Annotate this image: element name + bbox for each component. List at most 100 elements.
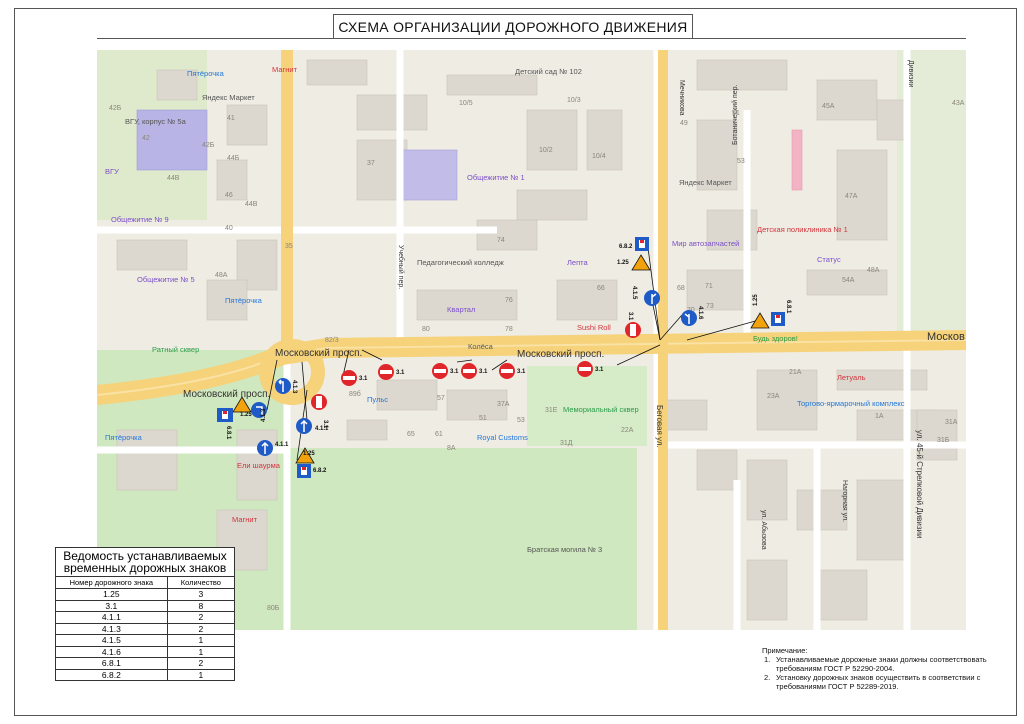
svg-text:4.1.1: 4.1.1 (275, 442, 289, 448)
table-row: 1.25 3 (55, 588, 236, 601)
svg-text:1.25: 1.25 (303, 451, 315, 457)
svg-text:4.1.5: 4.1.5 (631, 286, 637, 300)
svg-text:31Б: 31Б (937, 437, 950, 444)
svg-text:4.1.3: 4.1.3 (261, 408, 267, 422)
poi-vgu: ВГУ, корпус № 5а (125, 117, 187, 126)
svg-text:61: 61 (435, 431, 443, 438)
svg-text:65: 65 (407, 431, 415, 438)
svg-text:31А: 31А (945, 419, 958, 426)
svg-text:57: 57 (437, 395, 445, 402)
sign-4-1-3-icon (275, 378, 291, 394)
svg-text:35: 35 (285, 243, 293, 250)
svg-text:42Б: 42Б (202, 142, 215, 149)
svg-text:8А: 8А (447, 445, 456, 452)
svg-text:37А: 37А (497, 401, 510, 408)
table-row: 4.1.1 2 (55, 611, 236, 624)
poi-lepta: Лепта (567, 258, 589, 267)
svg-text:80Б: 80Б (267, 605, 280, 612)
svg-text:47А: 47А (845, 193, 858, 200)
poi-bratskaya: Братская могила № 3 (527, 545, 602, 554)
svg-text:10/3: 10/3 (567, 97, 581, 104)
svg-text:41: 41 (227, 115, 235, 122)
sign-1-25-icon (631, 254, 651, 271)
svg-text:22А: 22А (621, 427, 634, 434)
svg-text:3.1: 3.1 (479, 369, 488, 375)
poi-magnit2: Магнит (232, 515, 258, 524)
svg-text:48А: 48А (867, 267, 880, 274)
svg-text:31Е: 31Е (545, 407, 558, 414)
label-begovaya: Беговая ул. (655, 405, 664, 448)
svg-text:73: 73 (706, 303, 714, 310)
svg-text:23А: 23А (767, 393, 780, 400)
poi-mir-avto: Мир автозапчастей (672, 239, 739, 248)
table-row: 6.8.1 2 (55, 657, 236, 670)
svg-text:45А: 45А (822, 103, 835, 110)
table-row: 3.1 8 (55, 599, 236, 612)
poi-memorial: Мемориальный сквер (563, 405, 639, 414)
map-canvas: Московский просп. Московский просп. Моск… (97, 50, 966, 630)
svg-text:74: 74 (497, 237, 505, 244)
svg-text:10/5: 10/5 (459, 100, 473, 107)
svg-text:21А: 21А (789, 369, 802, 376)
sign-6-8-1-icon (771, 312, 785, 326)
sign-3-1-icon (378, 364, 394, 380)
svg-text:1.25: 1.25 (240, 412, 252, 418)
sign-3-1-icon (341, 370, 357, 386)
sign-6-8-2-icon (297, 464, 311, 478)
sign-3-1-icon (311, 394, 327, 410)
traffic-map: Московский просп. Московский просп. Моск… (97, 50, 966, 630)
poi-detsad: Детский сад № 102 (515, 67, 582, 76)
label-strelkovoy: ул. 45-й Стрелковой Дивизии (915, 430, 924, 538)
label-abyzova: ул. Абызова (760, 510, 768, 550)
svg-text:42: 42 (142, 135, 150, 142)
sign-3-1-icon (625, 322, 641, 338)
sign-6-8-2-icon (635, 237, 649, 251)
svg-text:10/2: 10/2 (539, 147, 553, 154)
svg-text:78: 78 (505, 326, 513, 333)
svg-text:44Б: 44Б (227, 155, 240, 162)
table-row: 4.1.3 2 (55, 622, 236, 635)
sign-3-1-icon (432, 363, 448, 379)
svg-text:48А: 48А (215, 272, 228, 279)
label-nagornaya: Нагорная ул. (841, 480, 848, 522)
note-item: 1. Устанавливаемые дорожные знаки должны … (764, 655, 987, 673)
poi-ratny: Ратный сквер (152, 345, 199, 354)
table-caption: Ведомость устанавливаемых временных доро… (55, 547, 235, 577)
poi-shaurma: Ели шаурма (237, 461, 281, 470)
svg-text:1А: 1А (875, 413, 884, 420)
title-divider (97, 38, 966, 39)
svg-text:10/4: 10/4 (592, 153, 606, 160)
label-moskovsky-2: Московский просп. (183, 389, 270, 400)
svg-text:80: 80 (422, 326, 430, 333)
svg-text:51: 51 (479, 415, 487, 422)
poi-obsh5: Общежитие № 5 (137, 275, 195, 284)
poi-budzdorov: Будь здоров! (753, 334, 798, 343)
poi-pulse: Пульс (367, 395, 388, 404)
svg-text:6.8.1: 6.8.1 (785, 300, 791, 314)
svg-text:43А: 43А (952, 100, 965, 107)
svg-text:4.1.6: 4.1.6 (697, 306, 703, 320)
poi-poliklinika: Детская поликлиника № 1 (757, 225, 848, 234)
svg-text:71: 71 (705, 283, 713, 290)
notes-heading: Примечание: (762, 646, 808, 655)
signs-table: Ведомость устанавливаемых временных доро… (55, 547, 236, 681)
svg-text:3.1: 3.1 (450, 369, 459, 375)
svg-text:31Д: 31Д (560, 440, 573, 447)
poi-vgu-short: ВГУ (105, 167, 119, 176)
poi-kvartal: Квартал (447, 305, 475, 314)
svg-text:46: 46 (225, 192, 233, 199)
label-moskovsky-3: Московский просп. (517, 349, 604, 360)
label-divizii: Дивизии (907, 60, 914, 87)
sign-6-8-1-icon (217, 408, 233, 422)
svg-text:54А: 54А (842, 277, 855, 284)
svg-text:3.1: 3.1 (517, 369, 526, 375)
sign-3-1-icon (577, 361, 593, 377)
label-uchebny: Учебный пер. (397, 245, 405, 289)
svg-text:51: 51 (732, 110, 740, 117)
poi-obsh1: Общежитие № 1 (467, 173, 525, 182)
poi-letoile: Летуаль (837, 373, 866, 382)
table-header-count: Количество (166, 576, 236, 589)
sign-4-1-5-icon (644, 290, 660, 306)
table-row: 4.1.5 1 (55, 634, 236, 647)
poi-royal: Royal Customs (477, 433, 528, 442)
